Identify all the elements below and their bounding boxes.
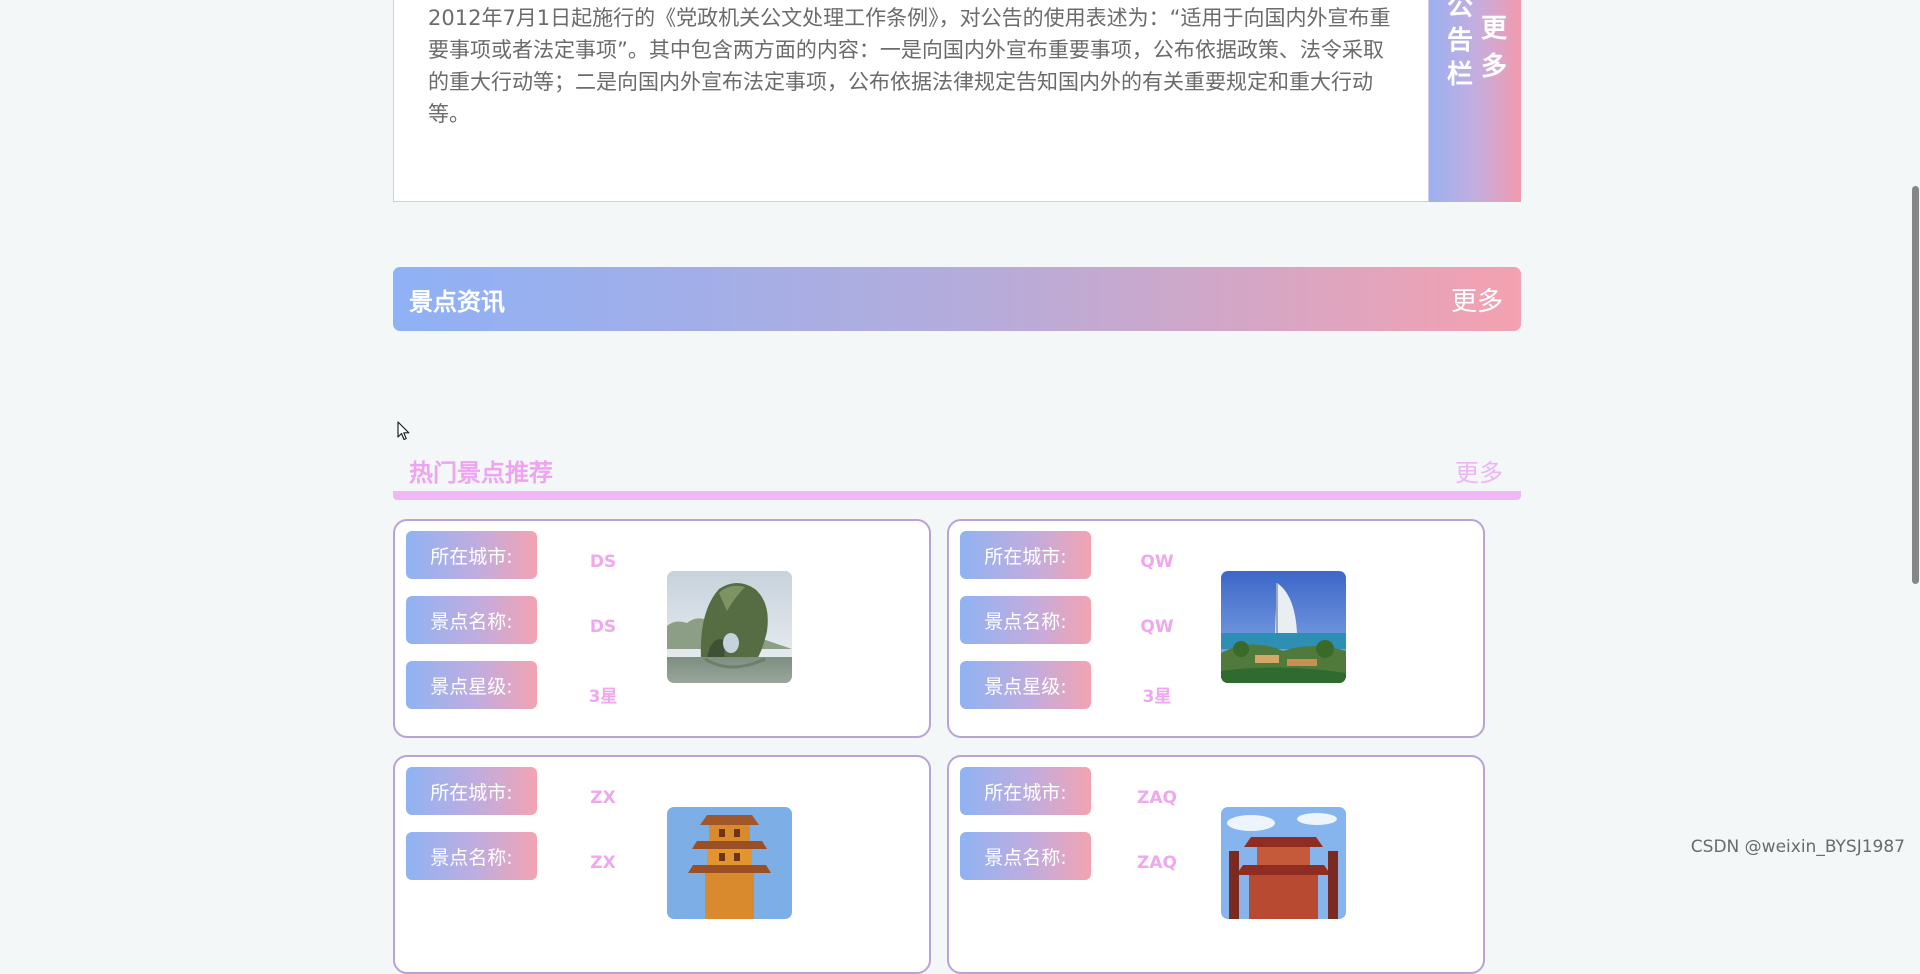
attraction-card[interactable]: 所在城市: DS 景点名称: DS 景点星级: 3星 xyxy=(393,519,931,738)
notice-more-link[interactable]: 更多 xyxy=(1481,10,1509,202)
news-section-header: 景点资讯 更多 xyxy=(393,267,1521,331)
watermark-text: CSDN @weixin_BYSJ1987 xyxy=(1690,837,1905,857)
notice-side-title: 公告栏 xyxy=(1447,0,1474,90)
name-label: 景点名称: xyxy=(960,596,1091,644)
attraction-image[interactable] xyxy=(667,807,792,919)
name-label: 景点名称: xyxy=(960,832,1091,880)
name-value: ZX xyxy=(590,853,616,873)
city-value: DS xyxy=(589,552,617,572)
name-label: 景点名称: xyxy=(406,596,537,644)
hot-section-title: 热门景点推荐 xyxy=(409,458,553,487)
name-value: DS xyxy=(589,617,617,637)
level-label: 景点星级: xyxy=(406,661,537,709)
city-value: ZX xyxy=(590,788,616,808)
scrollbar-thumb[interactable] xyxy=(1912,186,1919,584)
hot-section-header: 热门景点推荐 更多 xyxy=(393,448,1521,492)
city-label: 所在城市: xyxy=(406,767,537,815)
hot-section-underline xyxy=(393,491,1521,500)
city-label: 所在城市: xyxy=(960,767,1091,815)
attraction-card[interactable]: 所在城市: QW 景点名称: QW 景点星级: 3星 xyxy=(947,519,1485,738)
name-value: QW xyxy=(1140,617,1174,637)
attraction-card[interactable]: 所在城市: ZX 景点名称: ZX xyxy=(393,755,931,974)
news-section-title: 景点资讯 xyxy=(409,287,505,316)
attraction-image[interactable] xyxy=(667,571,792,683)
city-value: ZAQ xyxy=(1137,788,1177,808)
name-value: ZAQ xyxy=(1137,853,1177,873)
level-value: 3星 xyxy=(588,687,618,707)
notice-text: 2012年7月1日起施行的《党政机关公文处理工作条例》，对公告的使用表述为：“适… xyxy=(393,0,1429,202)
city-value: QW xyxy=(1140,552,1174,572)
attraction-image[interactable] xyxy=(1221,807,1346,919)
city-label: 所在城市: xyxy=(960,531,1091,579)
city-label: 所在城市: xyxy=(406,531,537,579)
notice-side-panel: 公告栏 更多 xyxy=(1429,0,1521,202)
notice-board: 2012年7月1日起施行的《党政机关公文处理工作条例》，对公告的使用表述为：“适… xyxy=(393,0,1521,202)
name-label: 景点名称: xyxy=(406,832,537,880)
scrollbar-track[interactable] xyxy=(1911,0,1920,863)
news-more-link[interactable]: 更多 xyxy=(1451,281,1503,318)
hot-more-link[interactable]: 更多 xyxy=(1455,453,1503,488)
attraction-image[interactable] xyxy=(1221,571,1346,683)
mouse-cursor-icon xyxy=(397,421,410,441)
level-label: 景点星级: xyxy=(960,661,1091,709)
level-value: 3星 xyxy=(1142,687,1172,707)
attraction-card[interactable]: 所在城市: ZAQ 景点名称: ZAQ xyxy=(947,755,1485,974)
